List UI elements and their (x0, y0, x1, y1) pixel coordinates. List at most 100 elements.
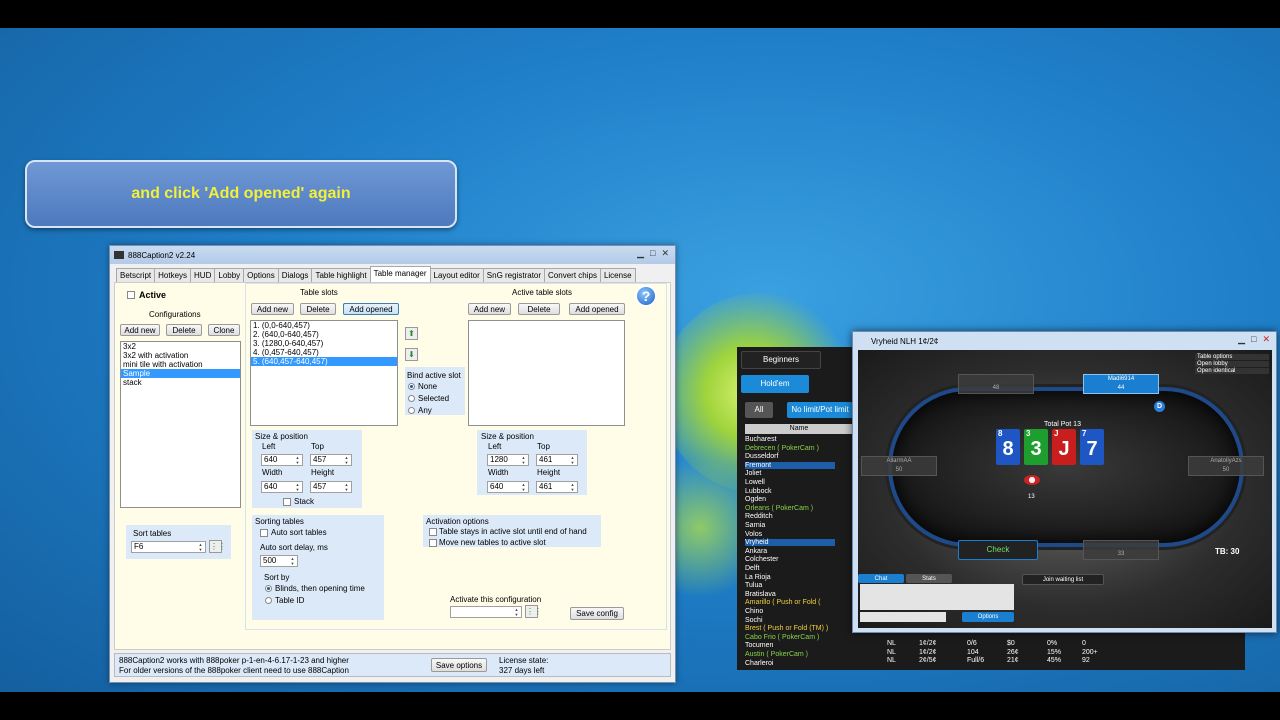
stack-checkbox[interactable] (283, 498, 291, 506)
left-input[interactable]: 640 (261, 454, 303, 466)
lobby-table-row[interactable]: Fremont (745, 461, 835, 469)
lobby-table-row[interactable]: La Rioja (745, 574, 771, 581)
sort-blinds-radio[interactable] (265, 585, 272, 592)
lobby-table-row[interactable]: Bucharest (745, 436, 777, 443)
configuration-item[interactable]: Sample (121, 369, 240, 378)
tab-sng-registrator[interactable]: SnG registrator (482, 268, 546, 282)
tab-hud[interactable]: HUD (190, 268, 216, 282)
tab-options[interactable]: Options (243, 268, 279, 282)
options-button[interactable]: Options (962, 612, 1014, 622)
lobby-table-row[interactable]: Charleroi (745, 660, 773, 667)
lobby-table-row[interactable]: Sarnia (745, 522, 765, 529)
active-slot-delete-button[interactable]: Delete (518, 303, 560, 315)
width-input[interactable]: 640 (261, 481, 303, 493)
check-button[interactable]: Check (958, 540, 1038, 560)
lobby-table-row[interactable]: Cabo Frio ( PokerCam ) (745, 634, 819, 641)
lobby-tab-holdem[interactable]: Hold'em (741, 375, 809, 393)
stats-tab[interactable]: Stats (906, 574, 952, 583)
config-add-button[interactable]: Add new (120, 324, 160, 336)
bind-any-radio[interactable] (408, 407, 415, 414)
move-new-checkbox[interactable] (429, 539, 437, 547)
sort-tables-hotkey-icon[interactable]: ⋮⋮ (209, 540, 226, 553)
move-down-icon[interactable]: ⬇ (405, 348, 418, 361)
move-up-icon[interactable]: ⬆ (405, 327, 418, 340)
bind-none-radio[interactable] (408, 383, 415, 390)
lobby-table-row[interactable]: Colchester (745, 556, 778, 563)
tab-convert-chips[interactable]: Convert chips (544, 268, 601, 282)
menu-open-identical[interactable]: Open identical (1195, 368, 1269, 374)
lobby-filter-all[interactable]: All (745, 402, 773, 418)
active-slot-add-opened-button[interactable]: Add opened (569, 303, 625, 315)
config-delete-button[interactable]: Delete (166, 324, 202, 336)
slot-add-button[interactable]: Add new (251, 303, 294, 315)
close-icon[interactable]: ✕ (1262, 334, 1270, 345)
tab-table-manager[interactable]: Table manager (369, 266, 431, 282)
lobby-table-row[interactable]: Bratislava (745, 591, 776, 598)
lobby-table-row[interactable]: Lowell (745, 479, 765, 486)
lobby-table-row[interactable]: Ogden (745, 496, 766, 503)
tab-hotkeys[interactable]: Hotkeys (154, 268, 192, 282)
sort-tables-hotkey[interactable]: F6 (131, 541, 206, 553)
activate-config-hotkey[interactable] (450, 606, 522, 618)
table-slot-item[interactable]: 5. (640,457-640,457) (251, 357, 397, 366)
active-height-input[interactable]: 461 (536, 481, 578, 493)
stay-active-checkbox[interactable] (429, 528, 437, 536)
activate-config-hotkey-icon[interactable]: ⋮⋮ (525, 605, 542, 618)
config-clone-button[interactable]: Clone (208, 324, 240, 336)
minimize-icon[interactable]: ▁ (1238, 334, 1245, 345)
tab-dialogs[interactable]: Dialogs (277, 268, 313, 282)
configuration-item[interactable]: mini tile with activation (121, 360, 240, 369)
delay-input[interactable]: 500 (260, 555, 298, 567)
lobby-table-row[interactable]: Delft (745, 565, 759, 572)
maximize-icon[interactable]: □ (1251, 334, 1256, 345)
lobby-table-row[interactable]: Volos (745, 531, 762, 538)
lobby-table-row[interactable]: Vryheid (745, 539, 835, 547)
lobby-table-row[interactable]: Sochi (745, 617, 763, 624)
active-checkbox[interactable] (127, 291, 135, 299)
sort-id-radio[interactable] (265, 597, 272, 604)
configurations-list[interactable]: 3x2 3x2 with activation mini tile with act… (120, 341, 241, 508)
auto-sort-checkbox[interactable] (260, 529, 268, 537)
lobby-table-row[interactable]: Dusseldorf (745, 453, 778, 460)
maximize-icon[interactable]: □ (650, 248, 655, 259)
configuration-item[interactable]: 3x2 with activation (121, 351, 240, 360)
lobby-table-row[interactable]: Brest ( Push or Fold (TM) ) (745, 625, 828, 632)
configuration-item[interactable]: 3x2 (121, 342, 240, 351)
lobby-table-row[interactable]: Amarillo ( Push or Fold ( (745, 599, 820, 606)
tab-layout-editor[interactable]: Layout editor (429, 268, 484, 282)
lobby-table-row[interactable]: Joliet (745, 470, 761, 477)
active-left-input[interactable]: 1280 (487, 454, 529, 466)
tab-betscript[interactable]: Betscript (116, 268, 156, 282)
lobby-table-row[interactable]: Orleans ( PokerCam ) (745, 505, 813, 512)
tab-table-highlight[interactable]: Table highlight (311, 268, 371, 282)
lobby-table-row[interactable]: Tulua (745, 582, 762, 589)
save-config-button[interactable]: Save config (570, 607, 624, 620)
save-options-button[interactable]: Save options (431, 658, 487, 672)
tab-license[interactable]: License (599, 268, 636, 282)
slot-add-opened-button[interactable]: Add opened (343, 303, 399, 315)
table-slot-item[interactable]: 4. (0,457-640,457) (251, 348, 397, 357)
minimize-icon[interactable]: ▁ (637, 248, 644, 259)
tab-lobby[interactable]: Lobby (214, 268, 245, 282)
active-slot-add-button[interactable]: Add new (468, 303, 511, 315)
lobby-table-row[interactable]: Tocumen (745, 642, 773, 649)
lobby-table-row[interactable]: Redditch (745, 513, 773, 520)
close-icon[interactable]: ✕ (661, 248, 669, 259)
lobby-table-row[interactable]: Ankara (745, 548, 767, 555)
active-slots-list[interactable] (468, 320, 625, 426)
menu-table-options[interactable]: Table options (1195, 354, 1269, 360)
lobby-table-row[interactable]: Austin ( PokerCam ) (745, 651, 808, 658)
lobby-tab-beginners[interactable]: Beginners (741, 351, 821, 369)
bind-selected-radio[interactable] (408, 395, 415, 402)
lobby-table-row[interactable]: Debrecen ( PokerCam ) (745, 445, 819, 452)
height-input[interactable]: 457 (310, 481, 352, 493)
lobby-filter-nl[interactable]: No limit/Pot limit (787, 402, 853, 418)
configuration-item[interactable]: stack (121, 378, 240, 387)
active-width-input[interactable]: 640 (487, 481, 529, 493)
top-input[interactable]: 457 (310, 454, 352, 466)
lobby-table-row[interactable]: Chino (745, 608, 763, 615)
table-slot-item[interactable]: 1. (0,0-640,457) (251, 321, 397, 330)
slot-delete-button[interactable]: Delete (300, 303, 336, 315)
table-slot-item[interactable]: 2. (640,0-640,457) (251, 330, 397, 339)
help-icon[interactable]: ? (635, 285, 657, 307)
